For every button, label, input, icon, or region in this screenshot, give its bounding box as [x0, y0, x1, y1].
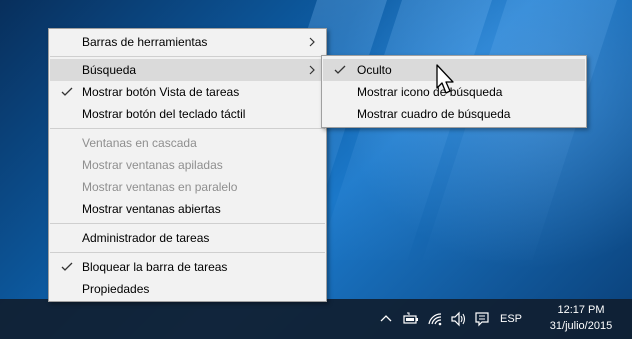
menu-item-task-manager[interactable]: Administrador de tareas	[50, 227, 325, 249]
menu-item-lock-taskbar[interactable]: Bloquear la barra de tareas	[50, 256, 325, 278]
menu-item-show-task-view-button[interactable]: Mostrar botón Vista de tareas	[50, 81, 325, 103]
menu-item-properties[interactable]: Propiedades	[50, 278, 325, 300]
clock[interactable]: 12:17 PM 31/julio/2015	[536, 302, 626, 334]
menu-item-label: Administrador de tareas	[82, 231, 210, 245]
menu-item-search[interactable]: Búsqueda	[50, 59, 325, 81]
checkmark-icon	[61, 256, 75, 278]
menu-item-label: Mostrar botón del teclado táctil	[82, 107, 246, 121]
menu-separator	[50, 252, 325, 253]
submenu-item-label: Oculto	[357, 63, 392, 77]
clock-time: 12:17 PM	[557, 304, 605, 316]
menu-item-label: Mostrar botón Vista de tareas	[82, 85, 240, 99]
menu-item-show-open-windows[interactable]: Mostrar ventanas abiertas	[50, 198, 325, 220]
notifications-icon[interactable]	[474, 310, 490, 328]
chevron-right-icon	[307, 31, 317, 53]
clock-date: 31/julio/2015	[549, 320, 613, 332]
menu-separator	[50, 56, 325, 57]
chevron-right-icon	[307, 59, 317, 81]
mouse-cursor-icon	[436, 64, 456, 96]
menu-item-label: Ventanas en cascada	[82, 136, 197, 150]
menu-item-toolbars[interactable]: Barras de herramientas	[50, 31, 325, 53]
language-indicator[interactable]: ESP	[500, 311, 522, 327]
menu-item-label: Mostrar ventanas apiladas	[82, 158, 223, 172]
speaker-icon[interactable]	[450, 310, 466, 328]
chevron-up-icon[interactable]	[378, 310, 394, 328]
menu-item-label: Barras de herramientas	[82, 35, 208, 49]
submenu-item-label: Mostrar cuadro de búsqueda	[357, 107, 511, 121]
checkmark-icon	[334, 59, 348, 81]
battery-icon[interactable]	[402, 310, 418, 328]
checkmark-icon	[61, 81, 75, 103]
menu-item-cascade-windows: Ventanas en cascada	[50, 132, 325, 154]
menu-item-label: Propiedades	[82, 282, 150, 296]
menu-item-label: Bloquear la barra de tareas	[82, 260, 228, 274]
wifi-icon[interactable]	[427, 310, 443, 328]
menu-separator	[50, 128, 325, 129]
menu-item-stacked-windows: Mostrar ventanas apiladas	[50, 154, 325, 176]
submenu-item-label: Mostrar icono de búsqueda	[357, 85, 503, 99]
menu-item-label: Mostrar ventanas abiertas	[82, 202, 221, 216]
menu-item-show-touch-keyboard-button[interactable]: Mostrar botón del teclado táctil	[50, 103, 325, 125]
menu-item-label: Mostrar ventanas en paralelo	[82, 180, 238, 194]
taskbar-context-menu: Barras de herramientas Búsqueda Mostrar …	[48, 28, 327, 302]
menu-item-label: Búsqueda	[82, 63, 137, 77]
submenu-item-show-search-box[interactable]: Mostrar cuadro de búsqueda	[323, 103, 585, 125]
menu-separator	[50, 223, 325, 224]
menu-item-side-by-side-windows: Mostrar ventanas en paralelo	[50, 176, 325, 198]
